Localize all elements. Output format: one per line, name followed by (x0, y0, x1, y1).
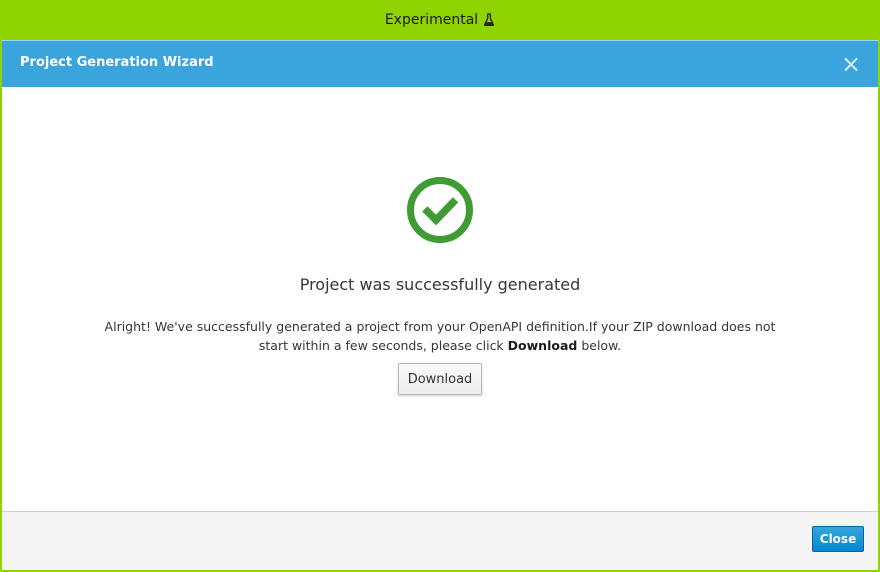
check-circle-icon (407, 177, 473, 243)
success-message: Alright! We've successfully generated a … (92, 317, 788, 355)
modal-footer: Close (2, 511, 878, 570)
close-icon[interactable]: × (840, 52, 862, 76)
flask-icon (483, 13, 495, 27)
success-heading: Project was successfully generated (299, 275, 581, 294)
modal-body: Project was successfully generated Alrig… (2, 87, 878, 512)
modal-title: Project Generation Wizard (20, 54, 214, 70)
experimental-banner: Experimental (0, 0, 880, 40)
download-button[interactable]: Download (398, 363, 482, 395)
modal-header: Project Generation Wizard × (2, 41, 878, 87)
message-text: Alright! We've successfully generated a … (104, 319, 776, 353)
message-text-end: below. (581, 338, 622, 353)
close-button[interactable]: Close (812, 526, 864, 552)
project-generation-wizard: Project Generation Wizard × Project was … (2, 40, 878, 570)
message-download-emphasis: Download (507, 338, 578, 353)
experimental-label: Experimental (384, 12, 479, 28)
